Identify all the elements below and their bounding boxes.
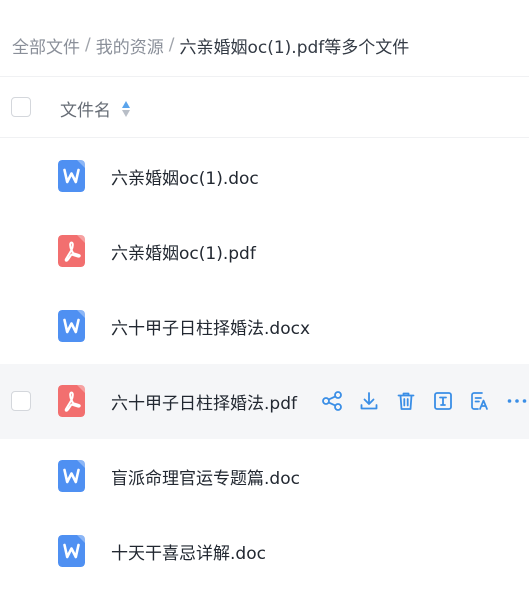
file-row[interactable]: 十天干喜忌详解.doc [0, 514, 529, 589]
breadcrumb-separator: / [85, 35, 91, 55]
row-actions [320, 389, 529, 413]
breadcrumb: 全部文件 / 我的资源 / 六亲婚姻oc(1).pdf等多个文件 [12, 33, 410, 58]
translate-icon[interactable] [468, 389, 492, 413]
row-checkbox[interactable] [11, 391, 31, 411]
breadcrumb-current: 六亲婚姻oc(1).pdf等多个文件 [179, 37, 410, 58]
column-header-filename[interactable]: 文件名 [60, 96, 131, 121]
file-row[interactable]: 盲派命理官运专题篇.doc [0, 439, 529, 514]
word-file-icon [58, 310, 85, 342]
share-icon[interactable] [320, 389, 344, 413]
file-row[interactable]: 六亲婚姻oc(1).pdf [0, 214, 529, 289]
pdf-file-icon [58, 235, 85, 267]
file-row[interactable]: 六十甲子日柱择婚法.docx [0, 289, 529, 364]
file-name[interactable]: 六亲婚姻oc(1).doc [111, 164, 259, 189]
breadcrumb-separator: / [168, 35, 175, 55]
select-all-checkbox[interactable] [11, 97, 31, 117]
breadcrumb-all-files[interactable]: 全部文件 [12, 33, 80, 58]
file-name[interactable]: 十天干喜忌详解.doc [111, 539, 266, 564]
file-name[interactable]: 六十甲子日柱择婚法.pdf [111, 389, 297, 414]
rename-icon[interactable] [431, 389, 455, 413]
sort-icon[interactable] [122, 100, 131, 118]
file-name[interactable]: 盲派命理官运专题篇.doc [111, 464, 300, 489]
word-file-icon [58, 535, 85, 567]
file-row[interactable]: 六十甲子日柱择婚法.pdf [0, 364, 529, 439]
word-file-icon [58, 460, 85, 492]
breadcrumb-my-resources[interactable]: 我的资源 [96, 33, 164, 58]
download-icon[interactable] [357, 389, 381, 413]
file-name[interactable]: 六十甲子日柱择婚法.docx [111, 314, 310, 339]
file-name[interactable]: 六亲婚姻oc(1).pdf [111, 239, 256, 264]
pdf-file-icon [58, 385, 85, 417]
column-header-label: 文件名 [60, 101, 111, 121]
trash-icon[interactable] [394, 389, 418, 413]
file-table-header: 文件名 [0, 76, 529, 138]
word-file-icon [58, 160, 85, 192]
more-icon[interactable] [505, 389, 529, 413]
file-row[interactable]: 六亲婚姻oc(1).doc [0, 139, 529, 214]
file-list: 六亲婚姻oc(1).doc 六亲婚姻oc(1).pdf 六十甲子日柱择婚法.docx… [0, 139, 529, 589]
